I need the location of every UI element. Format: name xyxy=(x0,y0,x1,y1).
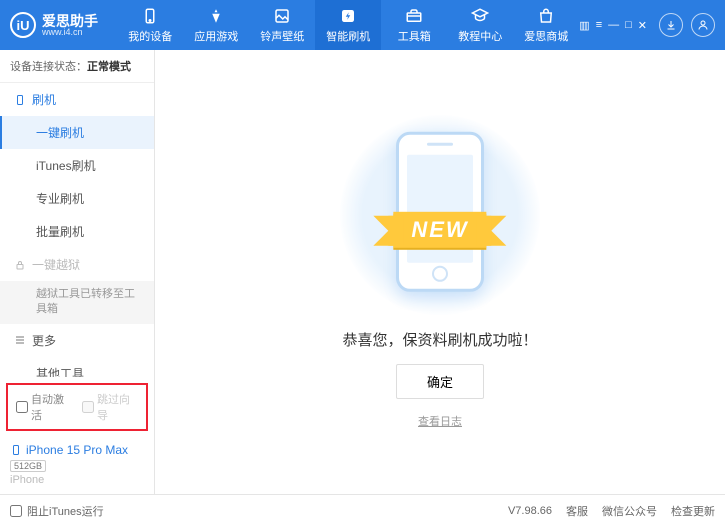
sidebar-section-flash[interactable]: 刷机 xyxy=(0,83,154,116)
nav-my-device[interactable]: 我的设备 xyxy=(117,0,183,50)
checkbox-label: 跳过向导 xyxy=(97,391,138,423)
hero-illustration: NEW xyxy=(340,115,540,315)
success-message: 恭喜您，保资料刷机成功啦！ xyxy=(342,329,537,350)
apps-icon xyxy=(207,7,225,25)
sidebar-item-batch-flash[interactable]: 批量刷机 xyxy=(0,215,154,248)
nav-tutorials[interactable]: 教程中心 xyxy=(447,0,513,50)
sidebar-item-pro-flash[interactable]: 专业刷机 xyxy=(0,182,154,215)
nav-apps[interactable]: 应用游戏 xyxy=(183,0,249,50)
sidebar-section-more[interactable]: 更多 xyxy=(0,324,154,357)
phone-icon xyxy=(10,444,22,456)
options-box: 自动激活 跳过向导 xyxy=(6,383,148,431)
store-icon xyxy=(537,7,555,25)
tutorial-icon xyxy=(471,7,489,25)
new-ribbon: NEW xyxy=(393,212,486,248)
version-label: V7.98.66 xyxy=(508,505,552,517)
top-nav: 我的设备 应用游戏 铃声壁纸 智能刷机 工具箱 教程中心 爱思商城 xyxy=(117,0,579,50)
nav-toolbox[interactable]: 工具箱 xyxy=(381,0,447,50)
sidebar-jailbreak-note: 越狱工具已转移至工具箱 xyxy=(0,281,154,324)
brand-logo: iU 爱思助手 www.i4.cn xyxy=(10,12,117,38)
sidebar-section-jailbreak: 一键越狱 xyxy=(0,248,154,281)
logo-icon: iU xyxy=(10,12,36,38)
wallpaper-icon xyxy=(273,7,291,25)
device-storage: 512GB xyxy=(10,460,46,472)
nav-store[interactable]: 爱思商城 xyxy=(513,0,579,50)
sidebar: 设备连接状态：正常模式 刷机 一键刷机 iTunes刷机 专业刷机 批量刷机 一… xyxy=(0,50,155,494)
user-icon xyxy=(697,19,709,31)
nav-label: 应用游戏 xyxy=(194,28,238,44)
view-log-link[interactable]: 查看日志 xyxy=(418,413,462,429)
footer-link-support[interactable]: 客服 xyxy=(566,503,588,519)
section-title: 一键越狱 xyxy=(32,256,80,273)
nav-flash[interactable]: 智能刷机 xyxy=(315,0,381,50)
checkbox-label: 阻止iTunes运行 xyxy=(27,503,104,519)
checkbox-skip-guide[interactable]: 跳过向导 xyxy=(82,391,138,423)
sidebar-item-oneclick-flash[interactable]: 一键刷机 xyxy=(0,116,154,149)
sidebar-item-itunes-flash[interactable]: iTunes刷机 xyxy=(0,149,154,182)
checkbox-auto-activate[interactable]: 自动激活 xyxy=(16,391,72,423)
maximize-icon[interactable]: □ xyxy=(625,19,632,32)
nav-label: 我的设备 xyxy=(128,28,172,44)
device-name-row[interactable]: iPhone 15 Pro Max xyxy=(10,443,144,457)
brand-url: www.i4.cn xyxy=(42,28,98,37)
nav-ringtones[interactable]: 铃声壁纸 xyxy=(249,0,315,50)
window-controls: ▥ ≡ — □ ✕ xyxy=(579,13,715,37)
checkbox-block-itunes[interactable]: 阻止iTunes运行 xyxy=(10,503,104,519)
device-status: 设备连接状态：正常模式 xyxy=(0,50,154,83)
device-info: iPhone 15 Pro Max 512GB iPhone xyxy=(0,437,154,494)
ok-button[interactable]: 确定 xyxy=(396,364,484,399)
download-button[interactable] xyxy=(659,13,683,37)
phone-icon xyxy=(141,7,159,25)
nav-label: 智能刷机 xyxy=(326,28,370,44)
status-value: 正常模式 xyxy=(87,61,131,73)
nav-label: 工具箱 xyxy=(398,28,431,44)
footer: 阻止iTunes运行 V7.98.66 客服 微信公众号 检查更新 xyxy=(0,494,725,527)
status-prefix: 设备连接状态： xyxy=(10,61,87,73)
ribbon-text: NEW xyxy=(393,212,486,248)
minimize-icon[interactable]: — xyxy=(608,19,619,32)
titlebar: iU 爱思助手 www.i4.cn 我的设备 应用游戏 铃声壁纸 智能刷机 工具… xyxy=(0,0,725,50)
sidebar-item-other-tools[interactable]: 其他工具 xyxy=(0,357,154,377)
checkbox-label: 自动激活 xyxy=(31,391,72,423)
flash-icon xyxy=(339,7,357,25)
phone-icon xyxy=(14,94,26,106)
footer-link-update[interactable]: 检查更新 xyxy=(671,503,715,519)
toolbox-icon xyxy=(405,7,423,25)
device-name: iPhone 15 Pro Max xyxy=(26,443,128,457)
section-title: 更多 xyxy=(32,332,56,349)
brand-name: 爱思助手 xyxy=(42,14,98,28)
section-title: 刷机 xyxy=(32,91,56,108)
download-icon xyxy=(665,19,677,31)
list-icon xyxy=(14,334,26,346)
device-type: iPhone xyxy=(10,474,144,486)
shirt-icon[interactable]: ▥ xyxy=(579,19,589,32)
lock-icon xyxy=(14,259,26,271)
menu-icon[interactable]: ≡ xyxy=(596,19,602,32)
user-button[interactable] xyxy=(691,13,715,37)
main-content: NEW 恭喜您，保资料刷机成功啦！ 确定 查看日志 xyxy=(155,50,725,494)
close-icon[interactable]: ✕ xyxy=(638,19,647,32)
nav-label: 教程中心 xyxy=(458,28,502,44)
footer-link-wechat[interactable]: 微信公众号 xyxy=(602,503,657,519)
nav-label: 爱思商城 xyxy=(524,28,568,44)
nav-label: 铃声壁纸 xyxy=(260,28,304,44)
